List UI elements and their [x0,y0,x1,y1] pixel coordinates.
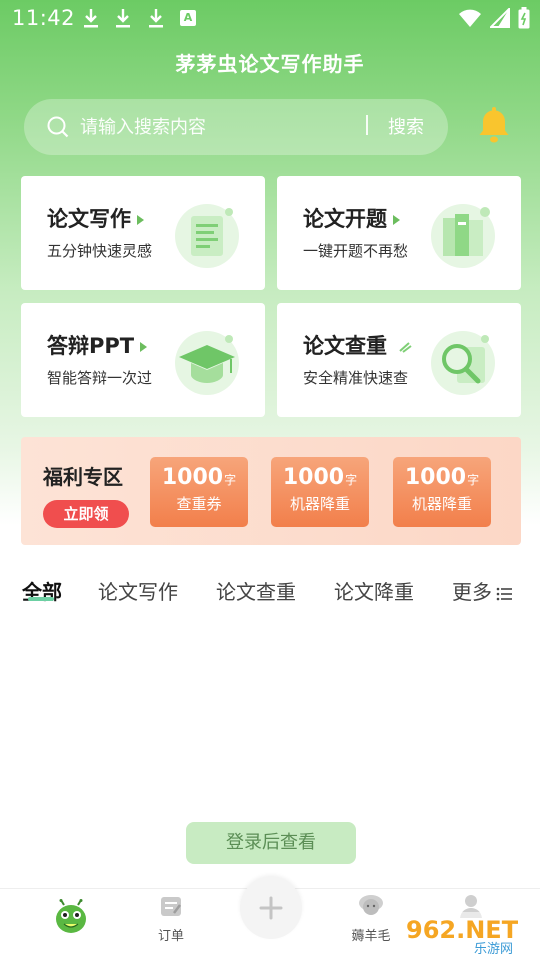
nav-label: 薅羊毛 [351,929,391,944]
status-time: 11:42 [12,6,76,30]
card-title: 论文开题 [303,203,400,233]
category-tabs: 全部 论文写作 论文查重 论文降重 更多 [0,572,540,612]
signal-icon [490,8,510,28]
sparkle-icon [399,342,412,353]
card-paper-writing[interactable]: 论文写作 五分钟快速灵感 [21,176,265,290]
plus-icon [259,896,283,920]
card-subtitle: 一键开题不再愁 [303,242,409,260]
nav-wool[interactable]: 薅羊毛 [336,893,406,944]
magnifier-icon [431,331,495,395]
card-title: 答辩PPT [47,330,148,360]
wifi-icon [459,9,481,27]
font-icon: A [180,10,196,26]
list-icon [496,587,512,600]
download-icon [149,9,163,28]
coupon-plagiarism[interactable]: 1000字 查重券 [150,457,248,527]
search-bar[interactable]: 搜索 [24,99,448,155]
tab-paper-writing[interactable]: 论文写作 [98,576,178,605]
coupon-amount: 1000字 [161,465,237,490]
coupon-rewrite[interactable]: 1000字 机器降重 [393,457,491,527]
card-plagiarism-check[interactable]: 论文查重 安全精准快速查 [277,303,521,417]
arrow-right-icon [140,342,148,352]
arrow-right-icon [393,215,400,225]
welfare-banner: 福利专区 立即领 1000字 查重券 1000字 机器降重 1000字 机器降重 [21,437,521,545]
card-title: 论文查重 [303,330,412,360]
claim-button[interactable]: 立即领 [43,500,129,528]
search-divider [366,115,368,135]
login-button[interactable]: 登录后查看 [186,822,356,864]
tab-plagiarism-check[interactable]: 论文查重 [216,576,296,605]
arrow-right-icon [137,215,144,225]
nav-orders[interactable]: 订单 [136,893,206,944]
search-input[interactable] [80,114,360,140]
bug-mascot-icon [56,899,86,933]
card-proposal[interactable]: 论文开题 一键开题不再愁 [277,176,521,290]
bell-icon[interactable] [476,104,512,144]
welfare-title: 福利专区 [43,465,123,489]
download-icon [84,9,98,28]
coupon-label: 机器降重 [411,495,472,513]
nav-home[interactable] [36,899,106,939]
coupon-amount: 1000字 [282,465,358,490]
coupon-label: 机器降重 [289,495,350,513]
watermark-logo: 962.NET 乐游网 [400,912,538,957]
tab-more[interactable]: 更多 [452,576,512,605]
search-button[interactable]: 搜索 [388,113,424,139]
card-defense-ppt[interactable]: 答辩PPT 智能答辩一次过 [21,303,265,417]
coupon-label: 查重券 [176,495,222,513]
document-icon [175,204,239,268]
coupon-amount: 1000字 [404,465,480,490]
order-icon [161,897,181,916]
status-indicators [458,7,530,29]
download-icon [116,9,130,28]
nav-label: 订单 [157,929,184,944]
card-subtitle: 安全精准快速查 [303,369,409,387]
svg-text:乐游网: 乐游网 [474,942,513,957]
app-title: 茅茅虫论文写作助手 [175,52,365,76]
search-icon [47,116,69,138]
graduation-cap-icon [175,331,239,395]
tab-active-indicator [28,597,54,601]
add-button[interactable] [240,877,302,939]
card-subtitle: 五分钟快速灵感 [47,242,153,260]
status-bar: 11:42 A [0,0,540,38]
card-title: 论文写作 [47,203,144,233]
tab-rewrite[interactable]: 论文降重 [334,576,414,605]
sheep-icon [359,895,383,915]
coupon-rewrite[interactable]: 1000字 机器降重 [271,457,369,527]
battery-icon [518,7,530,29]
card-subtitle: 智能答辩一次过 [47,369,153,387]
svg-text:962.NET: 962.NET [406,916,519,944]
books-icon [431,204,495,268]
